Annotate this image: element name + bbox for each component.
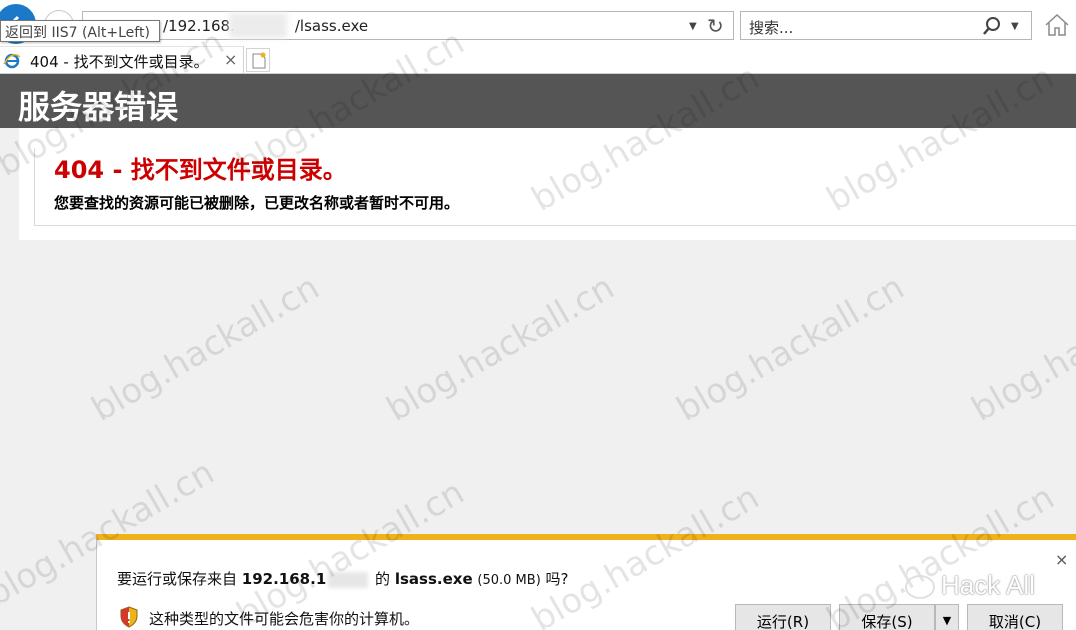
- watermark: blog.hackall.cn: [85, 267, 326, 430]
- wechat-icon: [905, 575, 935, 600]
- address-redaction: [229, 13, 287, 38]
- error-box: 404 - 找不到文件或目录。 您要查找的资源可能已被删除，已更改名称或者暂时不…: [34, 148, 1076, 226]
- download-prompt: 要运行或保存来自 192.168.1 的 lsass.exe (50.0 MB)…: [117, 570, 569, 588]
- search-icon[interactable]: [981, 15, 1003, 37]
- address-dropdown-icon[interactable]: ▼: [689, 21, 697, 32]
- cancel-button[interactable]: 取消(C): [967, 604, 1063, 630]
- watermark: blog.hackall.cn: [965, 267, 1076, 430]
- new-tab-button[interactable]: [246, 48, 270, 72]
- refresh-icon[interactable]: ↻: [707, 14, 724, 38]
- shield-warning-icon: [120, 606, 138, 628]
- page-header: 服务器错误: [0, 74, 1076, 128]
- search-dropdown-icon[interactable]: ▼: [1011, 21, 1019, 32]
- watermark: blog.hackall.cn: [380, 267, 621, 430]
- search-input[interactable]: 搜索...: [749, 17, 793, 38]
- error-description: 您要查找的资源可能已被删除，已更改名称或者暂时不可用。: [54, 194, 460, 212]
- notification-close-icon[interactable]: ×: [1055, 550, 1068, 569]
- host-redaction: [328, 571, 369, 588]
- tab-close-icon[interactable]: ×: [224, 50, 237, 69]
- browser-chrome: /192.168./lsass.exe ▼ ↻ 搜索... ▼ 返回到 IIS7…: [0, 0, 1076, 74]
- content-wrapper: 404 - 找不到文件或目录。 您要查找的资源可能已被删除，已更改名称或者暂时不…: [19, 128, 1076, 240]
- save-dropdown-button[interactable]: ▼: [935, 604, 959, 630]
- back-tooltip: 返回到 IIS7 (Alt+Left): [0, 20, 160, 42]
- tab-title: 404 - 找不到文件或目录。: [30, 53, 209, 71]
- save-button[interactable]: 保存(S): [839, 604, 935, 630]
- download-size: (50.0 MB): [477, 573, 541, 588]
- run-button[interactable]: 运行(R): [735, 604, 831, 630]
- download-filename: lsass.exe: [394, 570, 473, 588]
- download-host: 192.168.1: [241, 570, 327, 588]
- error-title: 404 - 找不到文件或目录。: [54, 156, 347, 184]
- tab-404[interactable]: 404 - 找不到文件或目录。 ×: [0, 46, 244, 73]
- page-title: 服务器错误: [18, 88, 179, 126]
- home-icon[interactable]: [1044, 13, 1070, 37]
- search-box[interactable]: 搜索... ▼: [740, 11, 1032, 40]
- new-tab-icon: [252, 52, 266, 69]
- ie-icon: [3, 53, 21, 69]
- address-bar[interactable]: /192.168./lsass.exe ▼ ↻: [82, 11, 734, 40]
- watermark: blog.hackall.cn: [670, 267, 911, 430]
- hackall-logo: Hack All: [905, 570, 1035, 601]
- download-warning: 这种类型的文件可能会危害你的计算机。: [149, 610, 420, 628]
